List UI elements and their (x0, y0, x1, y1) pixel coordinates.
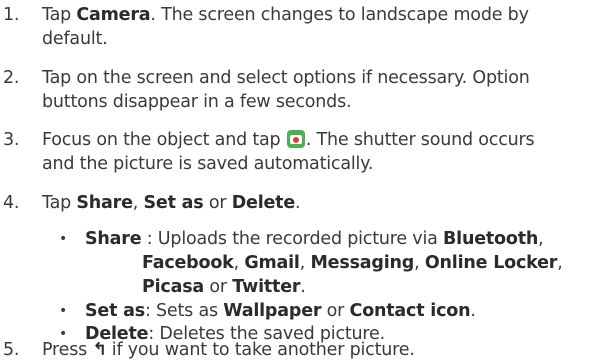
step-4-line: Tap Share, Set as or Delete. (42, 191, 586, 215)
contact-icon-option: Contact icon (349, 301, 471, 321)
step-text: . The shutter sound occurs (305, 130, 535, 150)
picasa-option: Picasa (142, 277, 205, 297)
step-text: Focus on the object and tap (42, 130, 286, 150)
step-text: if you want to take another picture. (106, 340, 415, 360)
step-text: Tap (42, 5, 77, 25)
step-text: . The screen changes to landscape mode b… (150, 5, 529, 25)
share-label: Share (76, 193, 133, 213)
wallpaper-option: Wallpaper (223, 301, 322, 321)
separator: , (132, 193, 144, 213)
step-number: 2. (3, 68, 20, 88)
separator: , (538, 229, 544, 249)
bullet-share-line-1: Share : Uploads the recorded picture via… (85, 227, 586, 251)
step-3-line-1: Focus on the object and tap . The shutte… (42, 128, 586, 152)
step-text: . (295, 193, 301, 213)
bullet-text: : Uploads the recorded picture via (141, 229, 444, 249)
back-arrow-icon: ↰ (92, 340, 107, 360)
step-1-line-1: Tap Camera. The screen changes to landsc… (42, 3, 586, 27)
facebook-option: Facebook (142, 253, 234, 273)
bullet-share-line-2: Facebook, Gmail, Messaging, Online Locke… (85, 251, 586, 275)
bullet-share-line-3: Picasa or Twitter. (85, 275, 586, 299)
separator: or (204, 277, 233, 297)
separator: , (233, 253, 245, 273)
step-2-line-2: buttons disappear in a few seconds. (42, 92, 352, 112)
step-5-line: Press ↰ if you want to take another pict… (42, 338, 586, 362)
step-number: 3. (3, 130, 20, 150)
bullet-dot: • (59, 303, 68, 319)
messaging-option: Messaging (310, 253, 415, 273)
bullet-text: . (470, 301, 476, 321)
gmail-option: Gmail (244, 253, 300, 273)
bullet-text: . (300, 277, 306, 297)
step-1-line-2: default. (42, 29, 108, 49)
step-number: 4. (3, 193, 20, 213)
share-option-label: Share (85, 229, 142, 249)
separator: , (414, 253, 425, 273)
step-3-line-2: and the picture is saved automatically. (42, 154, 374, 174)
bullet-dot: • (59, 231, 68, 247)
step-text: Tap (42, 193, 77, 213)
bluetooth-option: Bluetooth (443, 229, 539, 249)
set-as-label: Set as (143, 193, 204, 213)
step-number: 1. (3, 5, 20, 25)
delete-label: Delete (231, 193, 296, 213)
online-locker-option: Online Locker (424, 253, 558, 273)
bullet-text: : Sets as (144, 301, 224, 321)
separator: or (321, 301, 350, 321)
separator: , (557, 253, 563, 273)
separator: , (299, 253, 311, 273)
step-text: Press (42, 340, 93, 360)
twitter-option: Twitter (232, 277, 301, 297)
step-number: 5. (3, 340, 20, 360)
camera-shutter-icon (286, 130, 305, 148)
step-2-line-1: Tap on the screen and select options if … (42, 68, 530, 88)
set-as-option-label: Set as (85, 301, 145, 321)
bullet-set-as-line: Set as: Sets as Wallpaper or Contact ico… (85, 299, 586, 323)
camera-label: Camera (76, 5, 151, 25)
separator: or (203, 193, 232, 213)
